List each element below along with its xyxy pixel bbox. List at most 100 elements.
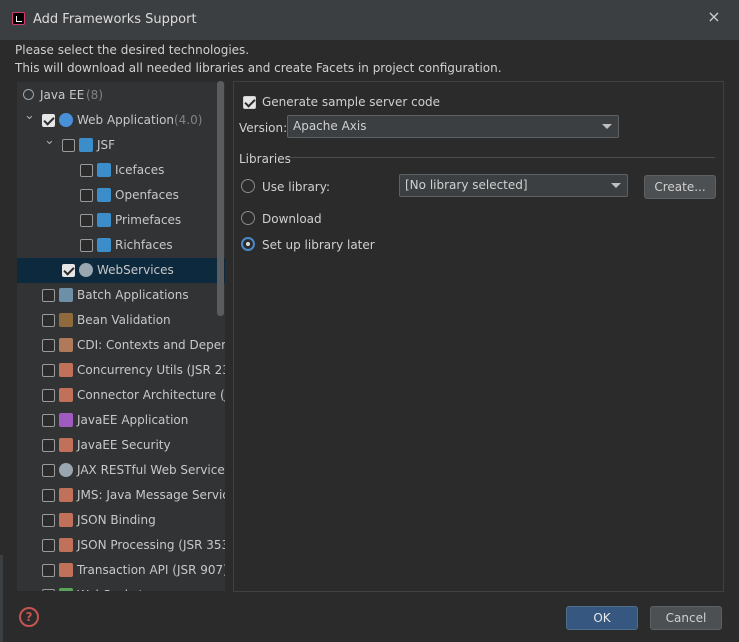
tree-item-checkbox[interactable] (42, 589, 55, 591)
tree-item-checkbox[interactable] (62, 264, 75, 277)
tree-item-checkbox[interactable] (42, 289, 55, 302)
expand-chevron-icon[interactable]: ⌄ (24, 109, 35, 122)
tree-item-label: WebSocket (77, 588, 143, 591)
jsr-icon (59, 513, 73, 527)
tree-item-label: Java EE (40, 88, 85, 102)
tree-item-label: WebServices (97, 263, 174, 277)
tree-item[interactable]: WebServices (17, 258, 225, 283)
window-title: Add Frameworks Support (33, 12, 197, 27)
tree-item-checkbox[interactable] (42, 389, 55, 402)
tree-item[interactable]: Java EE (8) (17, 83, 225, 108)
tree-item-checkbox[interactable] (42, 339, 55, 352)
tree-item-label: Concurrency Utils (JSR 236 (77, 363, 226, 377)
tree-item-count: (8) (86, 88, 103, 102)
tree-item-label: Transaction API (JSR 907) (77, 563, 226, 577)
jsf-icon (97, 213, 111, 227)
tree-item-checkbox[interactable] (42, 114, 55, 127)
tree-item[interactable]: ⌄ JSF (17, 133, 225, 158)
tree-item-checkbox[interactable] (42, 314, 55, 327)
window-edge (0, 555, 3, 642)
tree-item-label: JMS: Java Message Service (77, 488, 226, 502)
tree-item-label: Web Application (77, 113, 175, 127)
tree-item[interactable]: Transaction API (JSR 907) (17, 558, 226, 583)
tree-item-label: Richfaces (115, 238, 173, 252)
tree-item-count: (4.0) (174, 113, 203, 127)
description-line-1: Please select the desired technologies. (15, 43, 250, 57)
technologies-tree[interactable]: Java EE (8) ⌄ Web Application (4.0) ⌄ JSF Icefa… (16, 81, 226, 592)
chevron-down-icon (602, 124, 612, 129)
tree-item[interactable]: ⌄ Web Application (4.0) (17, 108, 225, 133)
cancel-button[interactable]: Cancel (650, 606, 722, 630)
generate-sample-label: Generate sample server code (262, 95, 441, 109)
tree-item-label: Connector Architecture (JSI (77, 388, 226, 402)
expand-chevron-icon[interactable]: ⌄ (44, 134, 55, 147)
tree-item-checkbox[interactable] (42, 464, 55, 477)
version-label: Version: (239, 121, 288, 135)
use-library-radio[interactable] (241, 179, 255, 193)
tree-item-label: Openfaces (115, 188, 179, 202)
help-icon[interactable]: ? (19, 607, 39, 627)
chevron-down-icon (611, 183, 621, 188)
tree-item-checkbox[interactable] (42, 489, 55, 502)
tree-item-checkbox[interactable] (80, 189, 93, 202)
jsf-icon (79, 138, 93, 152)
tree-item[interactable]: Richfaces (17, 233, 225, 258)
gear-icon (59, 463, 73, 477)
tree-item-checkbox[interactable] (42, 514, 55, 527)
tree-item-checkbox[interactable] (42, 564, 55, 577)
ok-button[interactable]: OK (566, 606, 638, 630)
jsf-icon (97, 163, 111, 177)
tree-item-label: CDI: Contexts and Depende (77, 338, 225, 352)
tree-item[interactable]: JSON Binding (17, 508, 225, 533)
tree-item-checkbox[interactable] (80, 214, 93, 227)
tree-item-checkbox[interactable] (42, 439, 55, 452)
tree-item-label: Icefaces (115, 163, 165, 177)
tree-item[interactable]: Primefaces (17, 208, 225, 233)
websocket-icon (59, 588, 73, 591)
tree-item-checkbox[interactable] (80, 164, 93, 177)
tree-item[interactable]: WebSocket (17, 583, 225, 591)
generate-sample-checkbox[interactable] (243, 96, 256, 109)
tree-item[interactable]: JSON Processing (JSR 353) (17, 533, 225, 558)
tree-item[interactable]: Concurrency Utils (JSR 236 (17, 358, 226, 383)
tree-item-checkbox[interactable] (62, 139, 75, 152)
library-dropdown[interactable]: [No library selected] (399, 174, 628, 197)
tree-scrollbar[interactable] (217, 81, 224, 316)
tree-item-checkbox[interactable] (42, 414, 55, 427)
gear-icon (79, 263, 93, 277)
web-globe-icon (59, 113, 73, 127)
close-icon[interactable]: × (706, 9, 722, 25)
tree-item-label: Primefaces (115, 213, 182, 227)
download-radio[interactable] (241, 211, 255, 225)
version-dropdown[interactable]: Apache Axis (287, 115, 619, 138)
batch-icon (59, 288, 73, 302)
tree-item[interactable]: Openfaces (17, 183, 225, 208)
tree-item[interactable]: CDI: Contexts and Depende (17, 333, 225, 358)
tree-item-label: JSON Binding (77, 513, 156, 527)
create-library-button[interactable]: Create... (644, 175, 716, 199)
tree-item[interactable]: Connector Architecture (JSI (17, 383, 226, 408)
tree-item[interactable]: Icefaces (17, 158, 225, 183)
jsr-icon (59, 488, 73, 502)
tree-item[interactable]: JMS: Java Message Service (17, 483, 226, 508)
tree-item-label: JSF (97, 138, 116, 152)
java-ee-icon (23, 89, 34, 100)
jsr-icon (59, 363, 73, 377)
tree-item-label: Bean Validation (77, 313, 171, 327)
setup-later-radio[interactable] (241, 237, 255, 251)
tree-item-checkbox[interactable] (42, 364, 55, 377)
tree-item[interactable]: JavaEE Application (17, 408, 225, 433)
tree-item[interactable]: JavaEE Security (17, 433, 225, 458)
javaee-app-icon (59, 413, 73, 427)
tree-item-checkbox[interactable] (80, 239, 93, 252)
tree-item-label: JAX RESTful Web Services (77, 463, 226, 477)
tree-item[interactable]: Batch Applications (17, 283, 225, 308)
tree-item-checkbox[interactable] (42, 539, 55, 552)
library-value: [No library selected] (405, 178, 528, 192)
version-value: Apache Axis (293, 119, 367, 133)
libraries-separator (288, 157, 715, 158)
download-label: Download (262, 212, 322, 226)
description-line-2: This will download all needed libraries … (15, 61, 502, 75)
tree-item[interactable]: Bean Validation (17, 308, 225, 333)
tree-item[interactable]: JAX RESTful Web Services (17, 458, 226, 483)
